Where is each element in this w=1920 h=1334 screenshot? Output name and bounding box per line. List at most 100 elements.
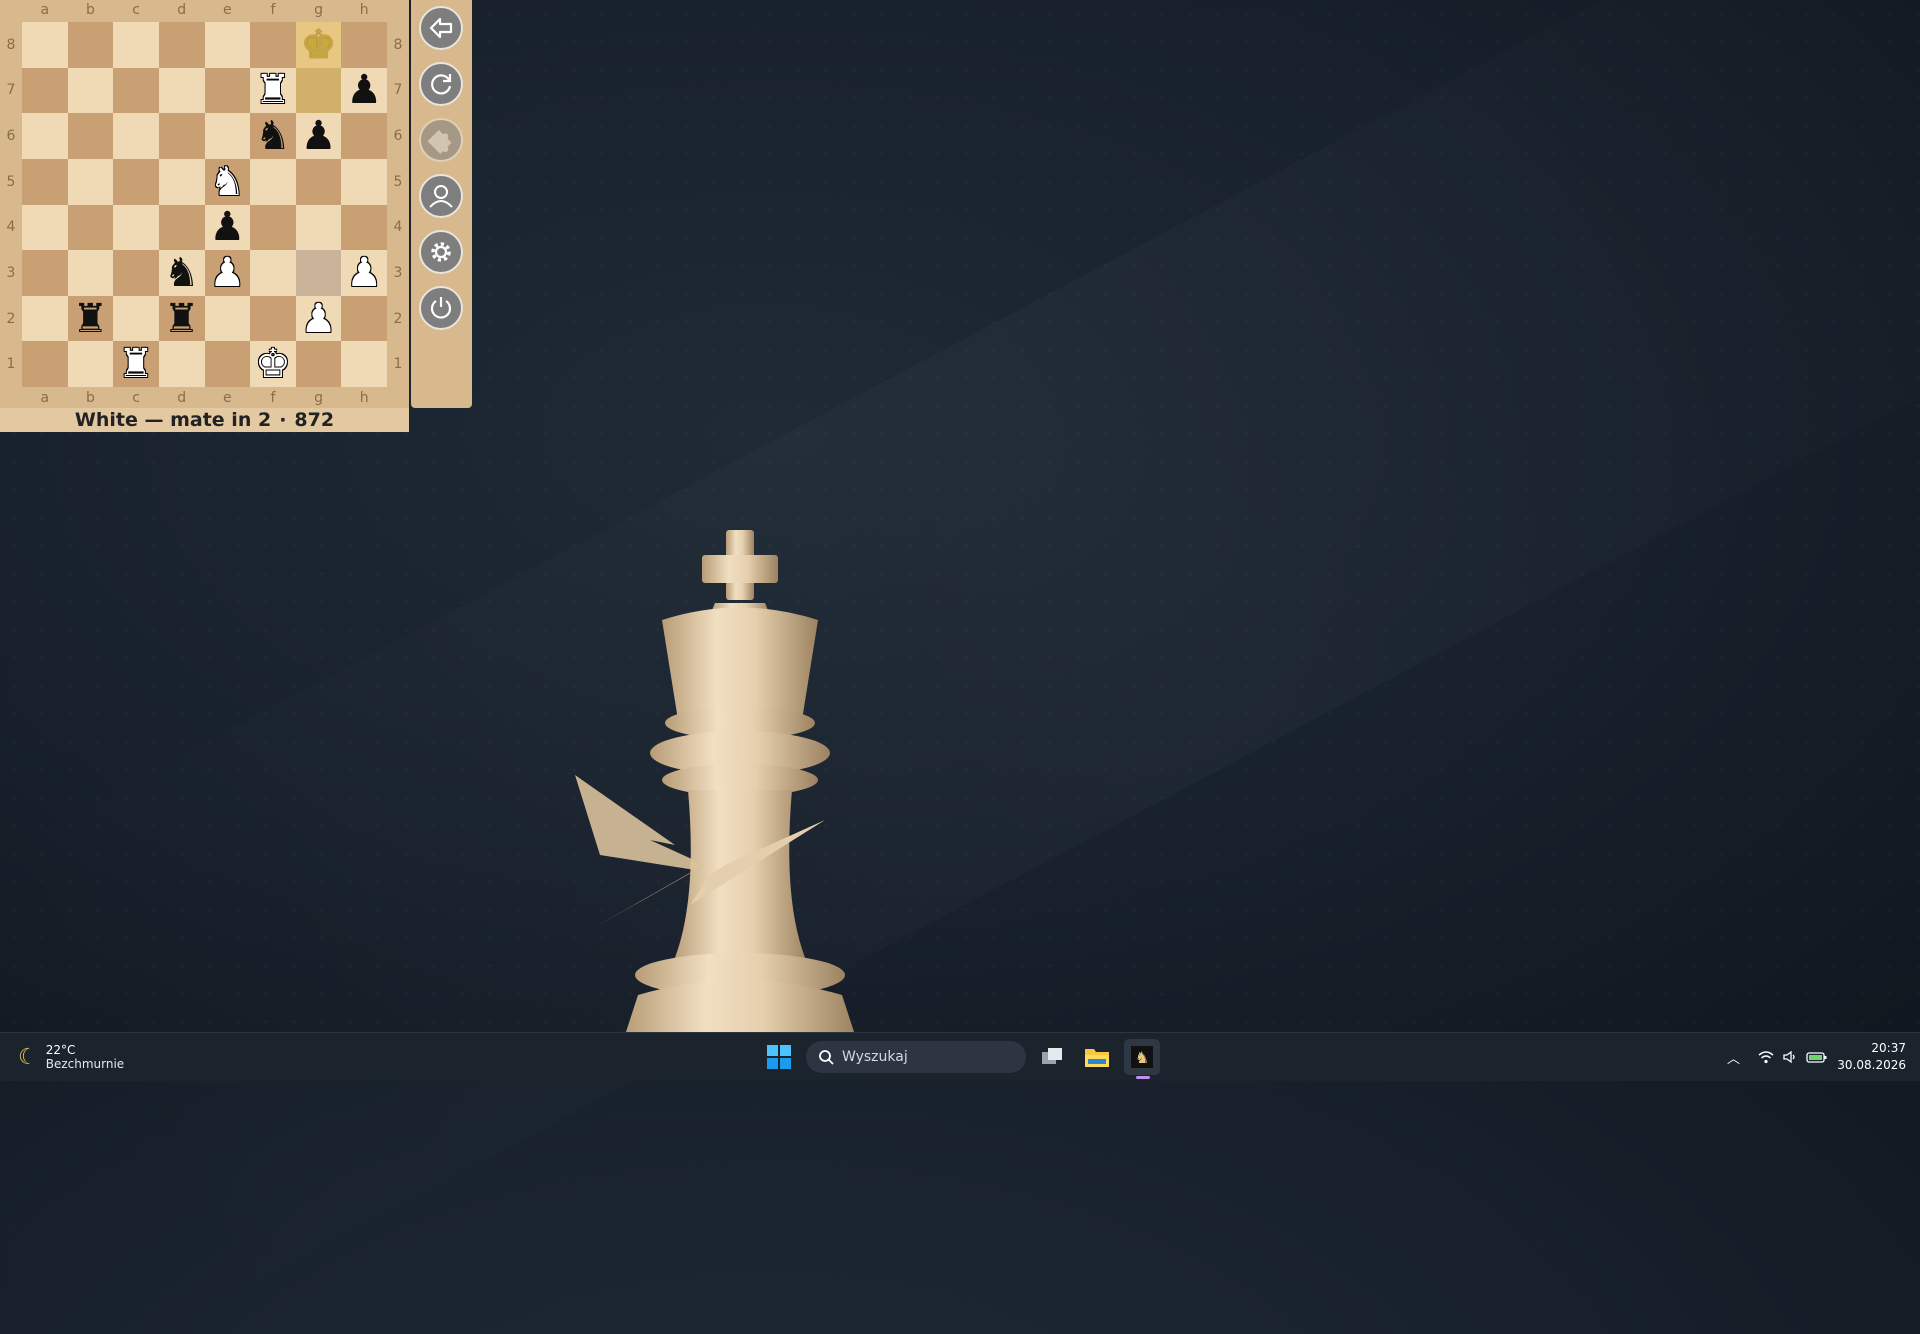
square-c6[interactable] xyxy=(113,113,159,159)
square-e5[interactable]: ♞ xyxy=(204,158,251,205)
tray-overflow-button[interactable]: ︿ xyxy=(1727,1033,1740,1081)
piece-f7[interactable]: ♜ xyxy=(255,70,291,110)
square-f5[interactable] xyxy=(250,158,296,205)
piece-c1[interactable]: ♜ xyxy=(118,344,154,384)
taskbar-clock[interactable]: 20:37 30.08.2026 xyxy=(1837,1040,1906,1074)
square-g8[interactable]: ♚ xyxy=(295,22,342,68)
reset-button[interactable] xyxy=(419,62,463,106)
square-f2[interactable] xyxy=(250,295,296,342)
square-g4[interactable] xyxy=(295,204,342,251)
puzzle-button[interactable] xyxy=(419,118,463,162)
piece-h3[interactable]: ♟ xyxy=(346,253,382,293)
square-g5[interactable] xyxy=(295,158,342,205)
piece-f6[interactable]: ♞ xyxy=(255,116,291,156)
square-c7[interactable] xyxy=(113,67,159,114)
square-c4[interactable] xyxy=(113,204,159,251)
square-f6[interactable]: ♞ xyxy=(250,113,296,159)
square-e4[interactable]: ♟ xyxy=(204,204,251,251)
piece-e4[interactable]: ♟ xyxy=(209,207,245,247)
square-e3[interactable]: ♟ xyxy=(204,250,251,296)
square-d2[interactable]: ♜ xyxy=(158,295,205,342)
square-b1[interactable] xyxy=(67,341,114,387)
square-e2[interactable] xyxy=(204,295,251,342)
square-h4[interactable] xyxy=(341,204,387,251)
square-g7[interactable] xyxy=(295,67,342,114)
square-b5[interactable] xyxy=(67,158,114,205)
square-g6[interactable]: ♟ xyxy=(295,113,342,159)
piece-h7[interactable]: ♟ xyxy=(346,70,382,110)
back-button[interactable] xyxy=(419,6,463,50)
file-label-d: d xyxy=(177,390,187,406)
piece-d3[interactable]: ♞ xyxy=(164,253,200,293)
square-d3[interactable]: ♞ xyxy=(158,250,205,296)
square-h3[interactable]: ♟ xyxy=(341,250,387,296)
start-button[interactable] xyxy=(766,1033,792,1081)
square-b3[interactable] xyxy=(67,250,114,296)
square-a2[interactable] xyxy=(22,295,68,342)
task-view-button[interactable] xyxy=(1040,1033,1064,1081)
square-d5[interactable] xyxy=(158,158,205,205)
square-h8[interactable] xyxy=(341,22,387,68)
file-explorer-button[interactable] xyxy=(1084,1033,1110,1081)
square-f1[interactable]: ♚ xyxy=(250,341,296,387)
volume-button[interactable] xyxy=(1782,1033,1798,1081)
square-h7[interactable]: ♟ xyxy=(341,67,387,114)
square-a1[interactable] xyxy=(22,341,68,387)
square-a3[interactable] xyxy=(22,250,68,296)
settings-button[interactable] xyxy=(419,230,463,274)
square-b8[interactable] xyxy=(67,22,114,68)
volume-icon xyxy=(1783,1050,1795,1064)
square-g2[interactable]: ♟ xyxy=(295,295,342,342)
square-c8[interactable] xyxy=(113,22,159,68)
square-a8[interactable] xyxy=(22,22,68,68)
square-b7[interactable] xyxy=(67,67,114,114)
square-a5[interactable] xyxy=(22,158,68,205)
square-f7[interactable]: ♜ xyxy=(250,67,296,114)
square-f3[interactable] xyxy=(250,250,296,296)
square-f4[interactable] xyxy=(250,204,296,251)
chess-app-button[interactable]: ♞ xyxy=(1124,1033,1160,1081)
piece-f1[interactable]: ♚ xyxy=(255,344,291,384)
square-e8[interactable] xyxy=(204,22,251,68)
square-d7[interactable] xyxy=(158,67,205,114)
weather-widget[interactable]: ☾ 22°C Bezchmurnie xyxy=(18,1033,124,1081)
piece-e5[interactable]: ♞ xyxy=(209,162,245,202)
square-f8[interactable] xyxy=(250,22,296,68)
square-d1[interactable] xyxy=(158,341,205,387)
square-c2[interactable] xyxy=(113,295,159,342)
square-h6[interactable] xyxy=(341,113,387,159)
profile-button[interactable] xyxy=(419,174,463,218)
square-a7[interactable] xyxy=(22,67,68,114)
square-e6[interactable] xyxy=(204,113,251,159)
piece-d2[interactable]: ♜ xyxy=(164,299,200,339)
piece-b2[interactable]: ♜ xyxy=(73,299,109,339)
square-d4[interactable] xyxy=(158,204,205,251)
piece-e3[interactable]: ♟ xyxy=(209,253,245,293)
power-button[interactable] xyxy=(419,286,463,330)
square-h2[interactable] xyxy=(341,295,387,342)
taskbar-search[interactable]: Wyszukaj xyxy=(806,1041,1026,1073)
square-e7[interactable] xyxy=(204,67,251,114)
square-b2[interactable]: ♜ xyxy=(67,295,114,342)
windows-start-icon xyxy=(767,1045,791,1069)
piece-g8[interactable]: ♚ xyxy=(301,25,337,65)
network-button[interactable] xyxy=(1758,1033,1774,1081)
square-b6[interactable] xyxy=(67,113,114,159)
square-c3[interactable] xyxy=(113,250,159,296)
piece-g2[interactable]: ♟ xyxy=(301,299,337,339)
square-d6[interactable] xyxy=(158,113,205,159)
square-a4[interactable] xyxy=(22,204,68,251)
square-a6[interactable] xyxy=(22,113,68,159)
square-e1[interactable] xyxy=(204,341,251,387)
square-h1[interactable] xyxy=(341,341,387,387)
square-h5[interactable] xyxy=(341,158,387,205)
square-g1[interactable] xyxy=(295,341,342,387)
chess-board[interactable]: ♚ ♜ ♟ ♞ ♟ ♞ ♟ ♞ ♟ ♟ ♜ ♜ ♟ ♜ ♚ xyxy=(22,22,387,387)
battery-button[interactable] xyxy=(1806,1033,1828,1081)
square-g3[interactable] xyxy=(295,250,342,296)
square-d8[interactable] xyxy=(158,22,205,68)
square-c5[interactable] xyxy=(113,158,159,205)
piece-g6[interactable]: ♟ xyxy=(301,116,337,156)
square-c1[interactable]: ♜ xyxy=(113,341,159,387)
square-b4[interactable] xyxy=(67,204,114,251)
